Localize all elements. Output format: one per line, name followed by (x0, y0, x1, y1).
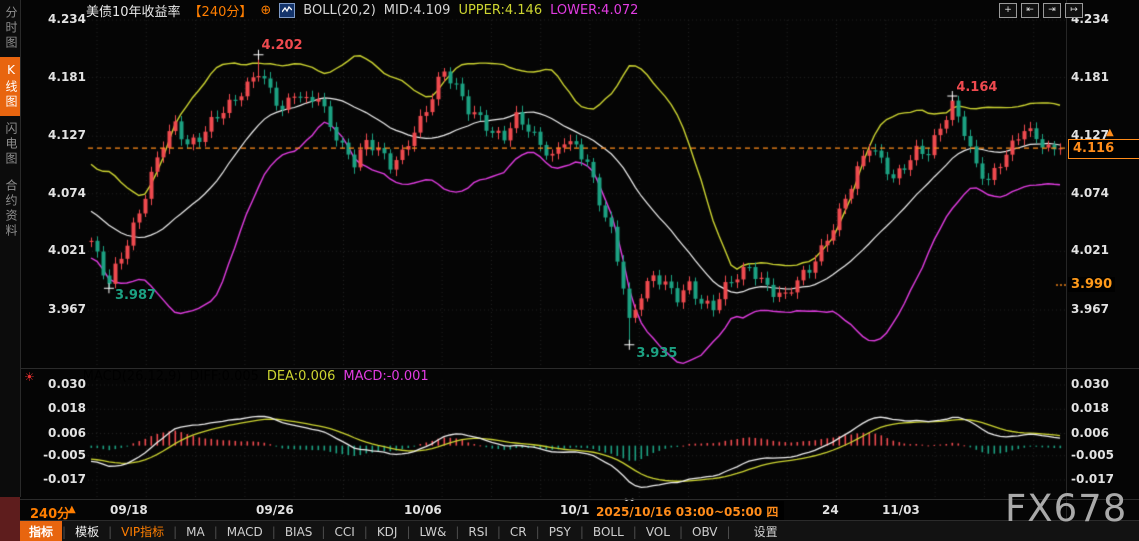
price-extreme-annotation: 3.935 (636, 346, 677, 361)
macd-tick-right: 0.030 (1071, 377, 1109, 391)
macd-tick-left: -0.005 (38, 448, 86, 462)
price-tick-right: 3.967 (1071, 302, 1109, 316)
toolbar-item-CCI[interactable]: CCI (325, 523, 363, 541)
crosshair-move-icon[interactable]: + (999, 3, 1017, 18)
macd-tick-right: -0.005 (1071, 448, 1114, 462)
macd-settings-icon[interactable]: ☀ (24, 370, 35, 384)
x-axis-label: 11/03 (882, 503, 920, 517)
macd-tick-left: 0.006 (38, 426, 86, 440)
toolbar-item-BIAS[interactable]: BIAS (276, 523, 322, 541)
macd-hist-value: MACD:-0.001 (343, 369, 428, 384)
toolbar-item-OBV[interactable]: OBV (683, 523, 727, 541)
price-tick-left: 4.181 (38, 70, 86, 84)
macd-tick-left: 0.018 (38, 401, 86, 415)
price-tick-left: 4.234 (38, 12, 86, 26)
add-indicator-icon[interactable]: ⊕ (260, 3, 271, 18)
sidebar-tab[interactable]: 合约资料 (0, 173, 20, 245)
toolbar-separator: | (727, 525, 731, 539)
price-tick-left: 3.967 (38, 302, 86, 316)
toolbar-item-MA[interactable]: MA (177, 523, 214, 541)
price-tick-right: 4.021 (1071, 243, 1109, 257)
bottom-toolbar: 指标|模板|VIP指标|MA|MACD|BIAS|CCI|KDJ|LW&|RSI… (20, 520, 1139, 541)
chart-type-icon[interactable] (279, 3, 295, 18)
current-price-label: 4.116 (1068, 139, 1139, 159)
toolbar-item-设置[interactable]: 设置 (745, 521, 787, 541)
macd-header: ☀ MACD(26,12,9) DIFF:0.005 DEA:0.006 MAC… (20, 369, 429, 384)
pan-right-icon[interactable]: ↦ (1065, 3, 1083, 18)
macd-dea-value: DEA:0.006 (267, 369, 336, 384)
price-extreme-annotation: 3.987 (115, 288, 156, 303)
toolbar-item-模板[interactable]: 模板 (66, 521, 108, 541)
boll-lower-value: LOWER:4.072 (550, 3, 638, 18)
x-axis-label: 09/26 (256, 503, 294, 517)
toolbar-item-VIP指标[interactable]: VIP指标 (112, 521, 173, 541)
price-tick-right: 4.181 (1071, 70, 1109, 84)
toolbar-item-RSI[interactable]: RSI (459, 523, 497, 541)
interval-arrow-icon[interactable]: ▲ (68, 504, 76, 515)
macd-label: MACD(26,12,9) (83, 369, 182, 384)
toolbar-item-CR[interactable]: CR (501, 523, 536, 541)
corner-controls: + ⇤ ⇥ ↦ (999, 3, 1083, 18)
toolbar-item-KDJ[interactable]: KDJ (368, 523, 407, 541)
price-tick-right: 4.074 (1071, 186, 1109, 200)
chart-header: 美债10年收益率 【240分】 ⊕ BOLL(20,2) MID:4.109 U… (86, 2, 638, 18)
instrument-title: 美债10年收益率 (86, 1, 181, 20)
x-axis-label: 09/18 (110, 503, 148, 517)
boll-mid-value: MID:4.109 (384, 3, 451, 18)
boll-label: BOLL(20,2) (303, 3, 376, 18)
x-axis-row: 240分 ▲ 09/1809/2610/0610/12411/03 2025/1… (0, 500, 1139, 519)
toolbar-item-LW&[interactable]: LW& (411, 523, 456, 541)
price-extreme-annotation: 4.202 (261, 38, 302, 53)
x-axis-label: 10/1 (560, 503, 589, 517)
toolbar-item-MACD[interactable]: MACD (218, 523, 272, 541)
x-axis-label: 10/06 (404, 503, 442, 517)
macd-tick-right: 0.006 (1071, 426, 1109, 440)
crosshair-tooltip: 2025/10/16 03:00~05:00 四 (590, 501, 784, 522)
price-extreme-annotation: 4.164 (956, 80, 997, 95)
toolbar-item-BOLL[interactable]: BOLL (584, 523, 633, 541)
scale-right-icon[interactable]: ⇥ (1043, 3, 1061, 18)
right-axis-divider (1066, 0, 1067, 519)
chart-app: 分时图K线图闪电图合约资料 美债10年收益率 【240分】 ⊕ BOLL(20,… (0, 0, 1139, 541)
settlement-price-label: 3.990 (1068, 277, 1115, 292)
sidebar-tab[interactable]: 分时图 (0, 0, 20, 57)
toolbar-item-PSY[interactable]: PSY (540, 523, 580, 541)
sidebar-tab[interactable]: K线图 (0, 57, 20, 116)
price-tick-left: 4.074 (38, 186, 86, 200)
boll-upper-value: UPPER:4.146 (458, 3, 542, 18)
macd-tick-right: -0.017 (1071, 472, 1114, 486)
watermark: FX678 (1005, 487, 1127, 530)
sidebar: 分时图K线图闪电图合约资料 (0, 0, 21, 497)
sidebar-tab[interactable]: 闪电图 (0, 116, 20, 173)
scale-left-icon[interactable]: ⇤ (1021, 3, 1039, 18)
macd-tick-left: -0.017 (38, 472, 86, 486)
macd-diff-value: DIFF:0.005 (190, 369, 259, 384)
toolbar-item-指标[interactable]: 指标 (20, 521, 62, 541)
period-label[interactable]: 【240分】 (189, 1, 253, 20)
x-axis-label: 24 (822, 503, 839, 517)
price-up-arrow-icon: ▲ (1106, 127, 1114, 138)
toolbar-item-VOL[interactable]: VOL (637, 523, 679, 541)
macd-tick-right: 0.018 (1071, 401, 1109, 415)
price-tick-left: 4.021 (38, 243, 86, 257)
price-tick-left: 4.127 (38, 128, 86, 142)
